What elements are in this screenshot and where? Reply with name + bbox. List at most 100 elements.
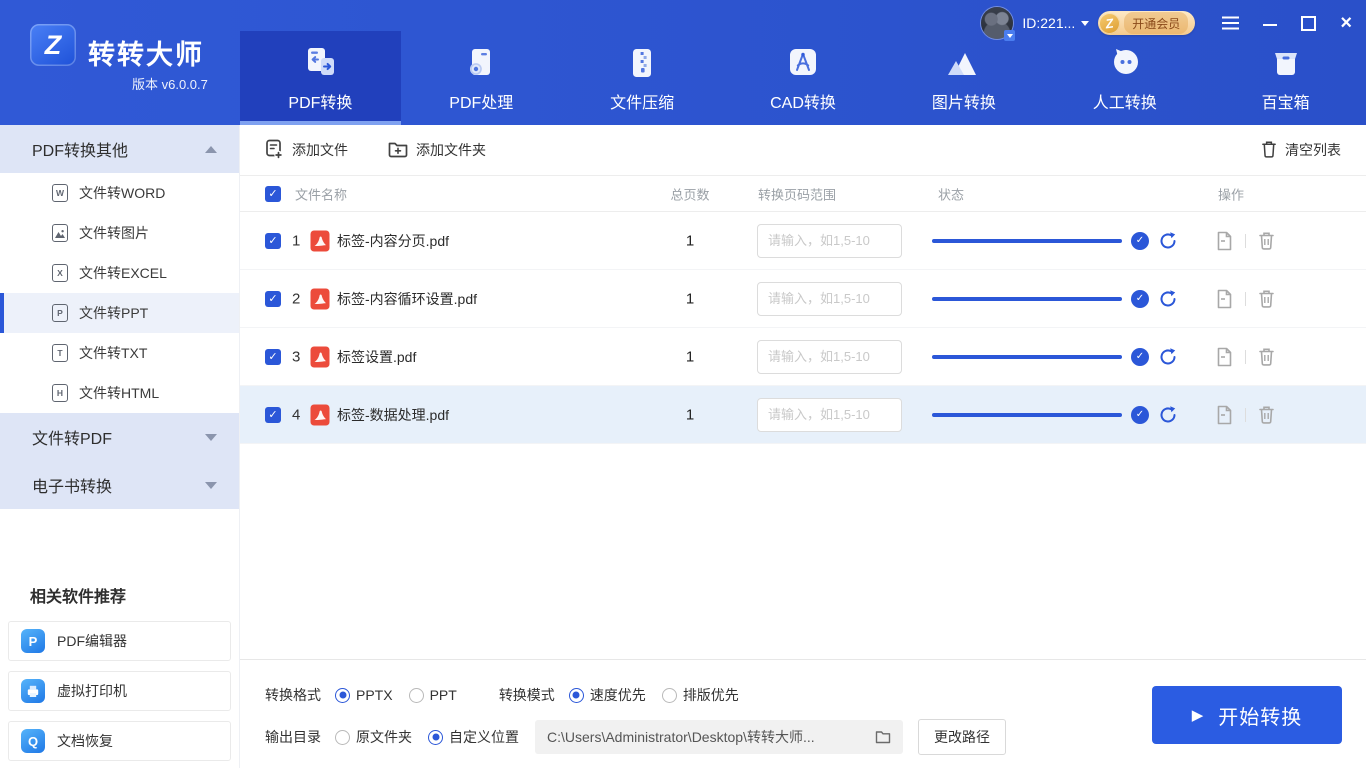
radio-output-1[interactable]: 自定义位置 <box>428 727 519 747</box>
sidebar-item-label: 文件转PPT <box>79 303 148 323</box>
col-name: 文件名称 <box>295 184 347 203</box>
nav-tab-toolbox[interactable]: 百宝箱 <box>1205 31 1366 125</box>
play-icon: ▶ <box>1192 708 1205 723</box>
delete-row-icon[interactable] <box>1258 347 1275 366</box>
tab-label: 文件压缩 <box>610 89 674 113</box>
radio-icon <box>662 688 677 703</box>
w-file-icon: W <box>52 184 68 202</box>
row-index: 2 <box>292 290 300 307</box>
delete-row-icon[interactable] <box>1258 405 1275 424</box>
sidebar-section-pdf-convert-other[interactable]: PDF转换其他 <box>0 125 239 173</box>
sidebar-item-t[interactable]: T 文件转TXT <box>0 333 239 373</box>
table-row[interactable]: ✓ 1 标签-内容分页.pdf 1 ✓ <box>240 212 1366 270</box>
user-id[interactable]: ID:221... <box>1022 15 1089 31</box>
radio-format-1[interactable]: PPT <box>409 687 457 703</box>
output-path-field[interactable]: C:\Users\Administrator\Desktop\转转大师... <box>535 720 903 754</box>
delete-row-icon[interactable] <box>1258 289 1275 308</box>
radio-icon <box>569 688 584 703</box>
h-file-icon: H <box>52 384 68 402</box>
clear-list-button[interactable]: 清空列表 <box>1261 140 1341 161</box>
sidebar-item-h[interactable]: H 文件转HTML <box>0 373 239 413</box>
change-path-button[interactable]: 更改路径 <box>918 719 1006 755</box>
sidebar-item-w[interactable]: W 文件转WORD <box>0 173 239 213</box>
row-checkbox[interactable]: ✓ <box>265 407 281 423</box>
add-file-button[interactable]: 添加文件 <box>265 139 348 162</box>
recommend-app-doc-restore[interactable]: Q 文档恢复 <box>8 721 231 761</box>
open-file-icon[interactable] <box>1216 405 1233 425</box>
recommend-app-virtual-printer[interactable]: 虚拟打印机 <box>8 671 231 711</box>
menu-icon[interactable] <box>1222 15 1239 31</box>
nav-tab-pdf-process[interactable]: PDF处理 <box>401 31 562 125</box>
table-row[interactable]: ✓ 3 标签设置.pdf 1 ✓ <box>240 328 1366 386</box>
page-range-input[interactable] <box>757 224 902 258</box>
close-icon[interactable]: × <box>1340 15 1352 31</box>
page-range-input[interactable] <box>757 282 902 316</box>
start-convert-button[interactable]: ▶ 开始转换 <box>1152 686 1342 744</box>
table-header: ✓ 文件名称 总页数 转换页码范围 状态 操作 <box>240 176 1366 212</box>
tab-label: 图片转换 <box>932 89 996 113</box>
reconvert-icon[interactable] <box>1158 405 1178 425</box>
caret-down-icon <box>205 482 217 489</box>
page-range-input[interactable] <box>757 398 902 432</box>
radio-label: PPTX <box>356 687 393 703</box>
nav-tab-manual-convert[interactable]: 人工转换 <box>1044 31 1205 125</box>
sidebar-section-ebook-convert[interactable]: 电子书转换 <box>0 461 239 509</box>
clear-list-trash-icon <box>1261 140 1277 161</box>
row-checkbox[interactable]: ✓ <box>265 349 281 365</box>
row-checkbox[interactable]: ✓ <box>265 291 281 307</box>
sidebar-section-file-to-pdf[interactable]: 文件转PDF <box>0 413 239 461</box>
vip-badge[interactable]: Z 开通会员 <box>1098 11 1195 35</box>
nav-tab-cad-convert[interactable]: CAD转换 <box>723 31 884 125</box>
page-range-input[interactable] <box>757 340 902 374</box>
minimize-icon[interactable] <box>1263 15 1277 31</box>
open-file-icon[interactable] <box>1216 347 1233 367</box>
sidebar-item-label: 文件转图片 <box>79 223 149 243</box>
radio-output-0[interactable]: 原文件夹 <box>335 727 412 747</box>
user-avatar[interactable] <box>981 7 1013 39</box>
tab-label: 百宝箱 <box>1262 89 1310 113</box>
delete-row-icon[interactable] <box>1258 231 1275 250</box>
pdf-file-icon <box>310 345 330 368</box>
pdf-file-icon <box>310 229 330 252</box>
reconvert-icon[interactable] <box>1158 289 1178 309</box>
nav-tab-image-convert[interactable]: 图片转换 <box>883 31 1044 125</box>
nav-tab-pdf-convert[interactable]: PDF转换 <box>240 31 401 125</box>
recommend-app-pdf-editor[interactable]: P PDF编辑器 <box>8 621 231 661</box>
caret-up-icon <box>205 146 217 153</box>
status-cell: ✓ <box>932 231 1178 251</box>
nav-tab-file-compress[interactable]: 文件压缩 <box>562 31 723 125</box>
sidebar-item-p[interactable]: P 文件转PPT <box>0 293 239 333</box>
radio-mode-0[interactable]: 速度优先 <box>569 685 646 705</box>
main-content: 添加文件 添加文件夹 清空列表 ✓ 文件名称 总页数 转换页码范围 状态 操作 … <box>240 125 1366 768</box>
recommend-apps: P PDF编辑器 虚拟打印机 Q 文档恢复 <box>0 621 239 761</box>
progress-bar <box>932 239 1122 243</box>
progress-bar <box>932 297 1122 301</box>
maximize-icon[interactable] <box>1301 15 1316 31</box>
complete-check-icon: ✓ <box>1131 232 1149 250</box>
table-row[interactable]: ✓ 4 标签-数据处理.pdf 1 ✓ <box>240 386 1366 444</box>
row-checkbox[interactable]: ✓ <box>265 233 281 249</box>
progress-bar <box>932 355 1122 359</box>
open-file-icon[interactable] <box>1216 231 1233 251</box>
clear-list-label: 清空列表 <box>1285 140 1341 160</box>
divider <box>1245 234 1246 248</box>
file-table: ✓ 1 标签-内容分页.pdf 1 ✓ ✓ 2 标签-内容循环设置.pdf 1 … <box>240 212 1366 444</box>
select-all-checkbox[interactable]: ✓ <box>265 186 281 202</box>
radio-mode-1[interactable]: 排版优先 <box>662 685 739 705</box>
reconvert-icon[interactable] <box>1158 347 1178 367</box>
radio-format-0[interactable]: PPTX <box>335 687 393 703</box>
main-nav: PDF转换 PDF处理 文件压缩 CAD转换 图片转换 人工转换 百宝箱 <box>240 31 1366 125</box>
add-folder-button[interactable]: 添加文件夹 <box>388 140 486 161</box>
folder-icon[interactable] <box>875 730 891 744</box>
caret-down-icon <box>205 434 217 441</box>
app-label: PDF编辑器 <box>57 631 127 651</box>
sidebar-item-x[interactable]: X 文件转EXCEL <box>0 253 239 293</box>
tab-label: 人工转换 <box>1093 89 1157 113</box>
file-name: 标签-内容循环设置.pdf <box>337 289 477 309</box>
open-file-icon[interactable] <box>1216 289 1233 309</box>
radio-label: 自定义位置 <box>449 727 519 747</box>
table-row[interactable]: ✓ 2 标签-内容循环设置.pdf 1 ✓ <box>240 270 1366 328</box>
sidebar-item-label: 文件转WORD <box>79 183 165 203</box>
reconvert-icon[interactable] <box>1158 231 1178 251</box>
sidebar-item-image[interactable]: 文件转图片 <box>0 213 239 253</box>
